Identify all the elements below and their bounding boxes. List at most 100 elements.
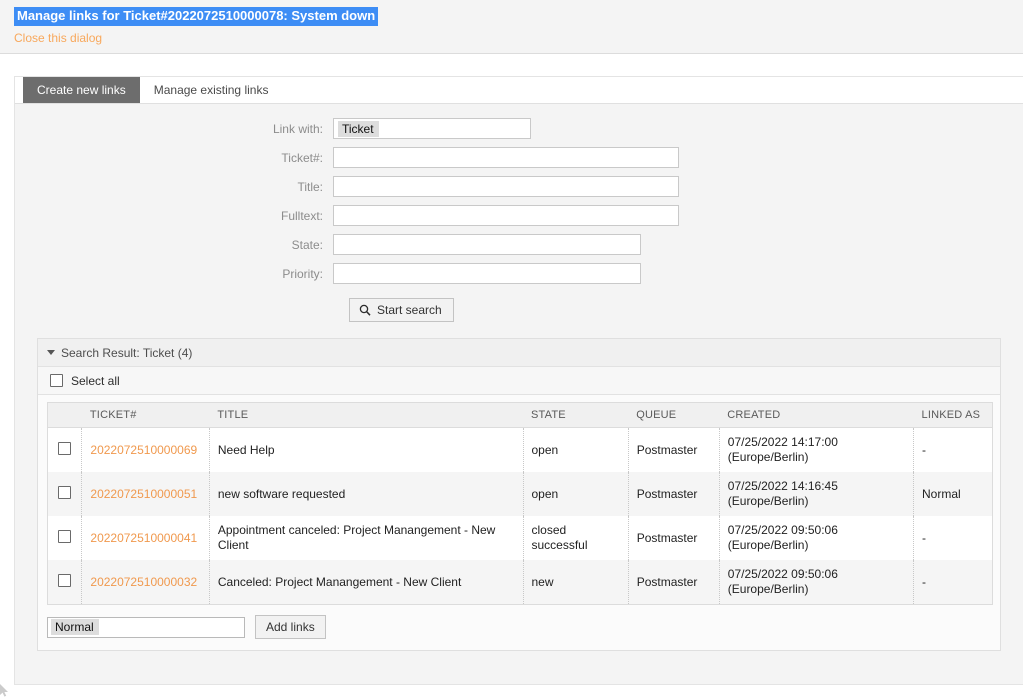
form-row-ticket-number: Ticket#:: [15, 147, 1023, 168]
cell-queue: Postmaster: [628, 472, 719, 516]
row-checkbox-cell: [48, 560, 82, 605]
ticket-link[interactable]: 2022072510000051: [90, 487, 197, 501]
dialog-header: Manage links for Ticket#2022072510000078…: [0, 0, 1023, 54]
cell-queue: Postmaster: [628, 516, 719, 560]
table-header-row: TICKET# TITLE STATE QUEUE CREATED LINKED…: [48, 403, 993, 428]
form-row-link-with: Link with: Ticket: [15, 118, 1023, 139]
select-all-label: Select all: [71, 374, 120, 388]
dialog-page: Manage links for Ticket#2022072510000078…: [0, 0, 1023, 699]
search-result-label: Search Result: Ticket (4): [61, 346, 192, 360]
cell-title: Canceled: Project Manangement - New Clie…: [209, 560, 523, 605]
column-header-queue[interactable]: QUEUE: [628, 403, 719, 428]
start-search-button[interactable]: Start search: [349, 298, 454, 322]
tab-bar: Create new links Manage existing links: [15, 77, 1023, 104]
tab-create-new-links[interactable]: Create new links: [23, 77, 140, 103]
created-timezone: (Europe/Berlin): [728, 582, 809, 596]
cell-created: 07/25/2022 14:16:45 (Europe/Berlin): [719, 472, 913, 516]
label-link-with: Link with:: [15, 122, 333, 136]
cell-ticket: 2022072510000069: [82, 428, 209, 473]
caret-down-icon: [47, 350, 55, 355]
form-row-fulltext: Fulltext:: [15, 205, 1023, 226]
column-header-checkbox: [48, 403, 82, 428]
start-search-row: Start search: [15, 298, 1023, 322]
cell-title: new software requested: [209, 472, 523, 516]
label-priority: Priority:: [15, 267, 333, 281]
cell-linked-as: Normal: [914, 472, 993, 516]
row-select-checkbox[interactable]: [58, 530, 71, 543]
select-all-checkbox[interactable]: [50, 374, 63, 387]
cell-queue: Postmaster: [628, 428, 719, 473]
cell-ticket: 2022072510000032: [82, 560, 209, 605]
cell-title: Appointment canceled: Project Manangemen…: [209, 516, 523, 560]
label-ticket-number: Ticket#:: [15, 151, 333, 165]
cell-created: 07/25/2022 09:50:06 (Europe/Berlin): [719, 516, 913, 560]
fulltext-input[interactable]: [333, 205, 679, 226]
cell-created: 07/25/2022 14:17:00 (Europe/Berlin): [719, 428, 913, 473]
label-title: Title:: [15, 180, 333, 194]
cell-state: new: [523, 560, 628, 605]
page-title: Manage links for Ticket#2022072510000078…: [14, 7, 378, 26]
ticket-link[interactable]: 2022072510000032: [90, 575, 197, 589]
close-dialog-link[interactable]: Close this dialog: [14, 31, 1023, 45]
table-row[interactable]: 2022072510000032 Canceled: Project Manan…: [48, 560, 993, 605]
add-links-button[interactable]: Add links: [255, 615, 326, 639]
cell-ticket: 2022072510000041: [82, 516, 209, 560]
created-date: 07/25/2022 14:17:00: [728, 435, 838, 449]
link-type-select[interactable]: Normal: [47, 617, 245, 638]
cell-state: open: [523, 428, 628, 473]
created-timezone: (Europe/Berlin): [728, 450, 809, 464]
link-type-selected-value: Normal: [51, 619, 99, 635]
link-with-selected-value: Ticket: [338, 121, 379, 137]
tab-manage-existing-links[interactable]: Manage existing links: [140, 77, 283, 103]
cell-linked-as: -: [914, 516, 993, 560]
column-header-linked-as[interactable]: LINKED AS: [914, 403, 993, 428]
cell-state: open: [523, 472, 628, 516]
search-form: Link with: Ticket Ticket#: Title: Fullte…: [15, 104, 1023, 322]
start-search-label: Start search: [377, 303, 442, 317]
select-all-row: Select all: [38, 367, 1000, 395]
content-panel: Create new links Manage existing links L…: [14, 76, 1023, 685]
column-header-created[interactable]: CREATED: [719, 403, 913, 428]
cell-state: closed successful: [523, 516, 628, 560]
created-date: 07/25/2022 09:50:06: [728, 523, 838, 537]
cell-linked-as: -: [914, 428, 993, 473]
search-icon: [359, 304, 371, 316]
row-checkbox-cell: [48, 472, 82, 516]
label-fulltext: Fulltext:: [15, 209, 333, 223]
link-with-select[interactable]: Ticket: [333, 118, 531, 139]
row-select-checkbox[interactable]: [58, 442, 71, 455]
ticket-link[interactable]: 2022072510000069: [90, 443, 197, 457]
cell-created: 07/25/2022 09:50:06 (Europe/Berlin): [719, 560, 913, 605]
table-row[interactable]: 2022072510000051 new software requested …: [48, 472, 993, 516]
cell-linked-as: -: [914, 560, 993, 605]
created-timezone: (Europe/Berlin): [728, 494, 809, 508]
title-input[interactable]: [333, 176, 679, 197]
created-date: 07/25/2022 09:50:06: [728, 567, 838, 581]
cursor-artifact: [0, 684, 10, 698]
column-header-title[interactable]: TITLE: [209, 403, 523, 428]
form-row-title: Title:: [15, 176, 1023, 197]
column-header-ticket[interactable]: TICKET#: [82, 403, 209, 428]
search-result-widget: Search Result: Ticket (4) Select all TIC…: [37, 338, 1001, 651]
cell-ticket: 2022072510000051: [82, 472, 209, 516]
created-date: 07/25/2022 14:16:45: [728, 479, 838, 493]
search-result-header[interactable]: Search Result: Ticket (4): [38, 339, 1000, 367]
label-state: State:: [15, 238, 333, 252]
table-row[interactable]: 2022072510000069 Need Help open Postmast…: [48, 428, 993, 473]
results-table: TICKET# TITLE STATE QUEUE CREATED LINKED…: [47, 402, 993, 605]
row-select-checkbox[interactable]: [58, 486, 71, 499]
ticket-number-input[interactable]: [333, 147, 679, 168]
footer-controls: Normal Add links: [38, 605, 1000, 650]
row-checkbox-cell: [48, 428, 82, 473]
column-header-state[interactable]: STATE: [523, 403, 628, 428]
table-row[interactable]: 2022072510000041 Appointment canceled: P…: [48, 516, 993, 560]
ticket-link[interactable]: 2022072510000041: [90, 531, 197, 545]
cell-title: Need Help: [209, 428, 523, 473]
created-timezone: (Europe/Berlin): [728, 538, 809, 552]
row-select-checkbox[interactable]: [58, 574, 71, 587]
row-checkbox-cell: [48, 516, 82, 560]
cell-queue: Postmaster: [628, 560, 719, 605]
state-input[interactable]: [333, 234, 641, 255]
form-row-state: State:: [15, 234, 1023, 255]
priority-input[interactable]: [333, 263, 641, 284]
